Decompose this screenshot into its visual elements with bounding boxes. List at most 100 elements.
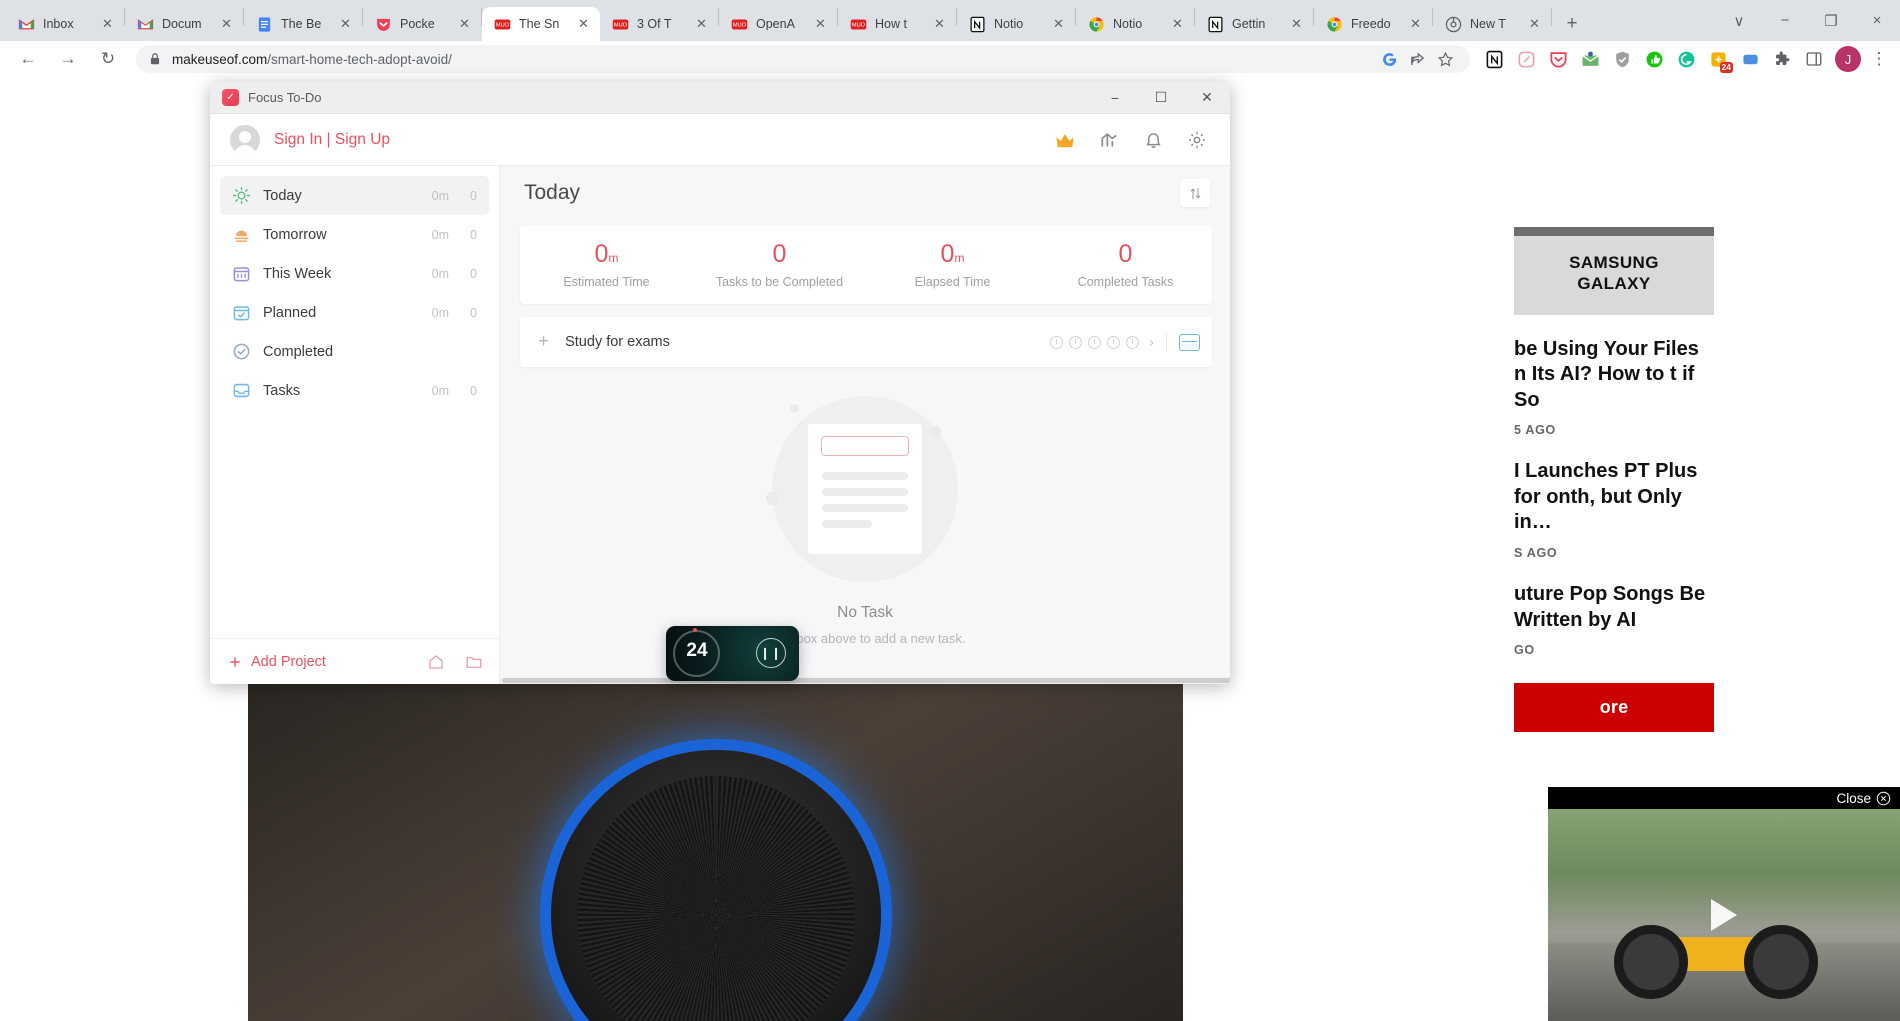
side-panel-icon[interactable] (1801, 46, 1827, 72)
sidebar-item-tomorrow[interactable]: Tomorrow 0m 0 (220, 215, 489, 254)
bookmark-star-icon[interactable] (1432, 46, 1458, 72)
browser-tab[interactable]: Docum ✕ (125, 7, 243, 41)
extensions-icon[interactable] (1769, 46, 1795, 72)
browser-tab[interactable]: Notio ✕ (1076, 7, 1194, 41)
plus-icon[interactable]: + (538, 331, 549, 353)
browser-tab[interactable]: MUO How t ✕ (838, 7, 956, 41)
google-lens-icon[interactable] (1376, 46, 1402, 72)
app-horizontal-scrollbar[interactable] (500, 677, 1230, 684)
chrome-icon (1445, 16, 1462, 32)
reload-button[interactable]: ↻ (93, 44, 123, 74)
forward-button[interactable]: → (53, 44, 83, 74)
browser-tab[interactable]: Freedo ✕ (1314, 7, 1432, 41)
profile-avatar[interactable]: J (1835, 46, 1861, 72)
notion-icon (1208, 16, 1223, 32)
video-close-bar[interactable]: Close (1548, 787, 1900, 809)
notification-bell-icon[interactable] (1142, 129, 1164, 151)
play-icon[interactable] (1711, 899, 1737, 931)
tab-title: Inbox (43, 17, 74, 31)
tab-search-icon[interactable]: ∨ (1716, 0, 1762, 41)
pomodoro-timer-widget[interactable]: 24 ❙❙ (666, 626, 799, 681)
browser-tab[interactable]: MUO OpenA ✕ (719, 7, 837, 41)
rail-article-3[interactable]: uture Pop Songs Be Written by AI GO (1514, 560, 1714, 657)
settings-gear-icon[interactable] (1186, 129, 1208, 151)
browser-toolbar: ← → ↻ makeuseof.com/smart-home-tech-adop… (0, 41, 1900, 77)
close-button[interactable]: × (1854, 0, 1900, 41)
read-more-button[interactable]: ore (1514, 683, 1714, 733)
mail-extension-icon[interactable] (1577, 46, 1603, 72)
tab-close-icon[interactable]: ✕ (812, 16, 829, 33)
crown-premium-icon[interactable] (1054, 129, 1076, 151)
sign-in-sign-up-link[interactable]: Sign In | Sign Up (274, 131, 390, 149)
pocket-extension-icon[interactable] (1545, 46, 1571, 72)
sidebar-item-completed[interactable]: Completed (220, 332, 489, 371)
pomodoro-5[interactable] (1126, 335, 1139, 349)
tab-close-icon[interactable]: ✕ (1407, 16, 1424, 33)
rail-article-1[interactable]: be Using Your Files n Its AI? How to t i… (1514, 315, 1714, 438)
svg-text:MUO: MUO (733, 22, 747, 28)
browser-tab[interactable]: Inbox ✕ (6, 7, 124, 41)
rail-article-2[interactable]: I Launches PT Plus for onth, but Only in… (1514, 437, 1714, 560)
share-icon[interactable] (1404, 46, 1430, 72)
back-button[interactable]: ← (13, 44, 43, 74)
badge-extension-icon[interactable]: 24 (1705, 46, 1733, 73)
browser-tab[interactable]: New T ✕ (1433, 7, 1551, 41)
home-outline-icon[interactable] (427, 653, 445, 671)
pause-icon[interactable]: ❙❙ (756, 638, 786, 668)
pink-square-extension-icon[interactable] (1513, 46, 1539, 72)
tab-close-icon[interactable]: ✕ (1288, 16, 1305, 33)
sidebar-nav-list: Today 0m 0 Tomorrow 0m 0 This Week 0m 0 … (210, 166, 499, 410)
tab-close-icon[interactable]: ✕ (1050, 16, 1067, 33)
browser-tab[interactable]: MUO 3 Of T ✕ (600, 7, 718, 41)
ad-banner[interactable]: SAMSUNG GALAXY (1514, 236, 1714, 315)
statistics-chart-icon[interactable] (1098, 129, 1120, 151)
tab-close-icon[interactable]: ✕ (1169, 16, 1186, 33)
blue-extension-icon[interactable] (1737, 46, 1763, 72)
minimize-button[interactable]: − (1762, 0, 1808, 41)
video-thumbnail[interactable] (1548, 809, 1900, 1021)
tab-close-icon[interactable]: ✕ (456, 16, 473, 33)
pomodoro-selector[interactable]: › (1050, 334, 1154, 351)
pomodoro-2[interactable] (1069, 335, 1082, 349)
address-bar[interactable]: makeuseof.com/smart-home-tech-adopt-avoi… (136, 45, 1470, 73)
browser-tab[interactable]: Notio ✕ (957, 7, 1075, 41)
tab-close-icon[interactable]: ✕ (931, 16, 948, 33)
sidebar-item-tasks[interactable]: Tasks 0m 0 (220, 371, 489, 410)
maximize-button[interactable]: ❐ (1808, 0, 1854, 41)
browser-tab[interactable]: Gettin ✕ (1195, 7, 1313, 41)
green-thumb-extension-icon[interactable] (1641, 46, 1667, 72)
browser-menu-icon[interactable]: ⋮ (1866, 46, 1892, 72)
tab-close-icon[interactable]: ✕ (693, 16, 710, 33)
pomodoro-1[interactable] (1050, 335, 1063, 349)
sort-arrows-icon[interactable] (1180, 179, 1210, 207)
new-tab-button[interactable]: + (1558, 10, 1586, 38)
adguard-extension-icon[interactable] (1609, 46, 1635, 72)
tab-close-icon[interactable]: ✕ (1526, 16, 1543, 33)
browser-tab[interactable]: The Be ✕ (244, 7, 362, 41)
tab-close-icon[interactable]: ✕ (575, 16, 592, 33)
browser-tab-active[interactable]: MUO The Sn ✕ (482, 7, 600, 41)
app-close-button[interactable]: ✕ (1184, 82, 1230, 114)
browser-tab[interactable]: Pocke ✕ (363, 7, 481, 41)
folder-outline-icon[interactable] (465, 653, 483, 671)
pomodoro-4[interactable] (1107, 335, 1120, 349)
sidebar-item-planned[interactable]: Planned 0m 0 (220, 293, 489, 332)
add-task-row[interactable]: + Study for exams › (520, 317, 1212, 367)
sidebar-item-this-week[interactable]: This Week 0m 0 (220, 254, 489, 293)
inbox-icon[interactable] (1179, 333, 1200, 351)
pomodoro-3[interactable] (1088, 335, 1101, 349)
close-circle-icon[interactable] (1876, 791, 1891, 806)
add-project-button[interactable]: Add Project (228, 654, 326, 670)
app-minimize-button[interactable]: − (1092, 82, 1138, 114)
task-input-value[interactable]: Study for exams (565, 334, 1050, 350)
scrollbar-thumb[interactable] (502, 678, 1230, 683)
user-avatar[interactable] (230, 124, 260, 155)
tab-close-icon[interactable]: ✕ (99, 16, 116, 33)
tab-close-icon[interactable]: ✕ (218, 16, 235, 33)
sidebar-item-today[interactable]: Today 0m 0 (220, 176, 489, 215)
grammarly-extension-icon[interactable] (1673, 46, 1699, 72)
app-maximize-button[interactable]: ☐ (1138, 82, 1184, 114)
notion-extension-icon[interactable] (1481, 46, 1507, 72)
chevron-right-icon[interactable]: › (1149, 334, 1154, 351)
tab-close-icon[interactable]: ✕ (337, 16, 354, 33)
